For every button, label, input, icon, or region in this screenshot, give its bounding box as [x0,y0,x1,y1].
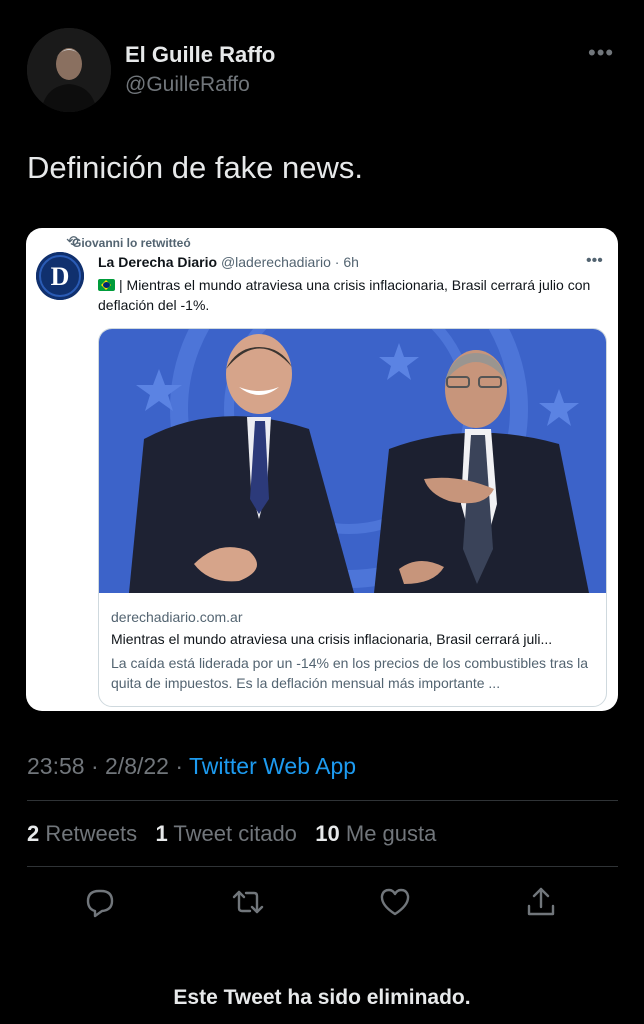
brazil-flag-icon [98,279,115,291]
derecha-diario-avatar: D [36,252,84,300]
embedded-tweet-text: | Mientras el mundo atraviesa una crisis… [98,275,608,315]
tweet-time[interactable]: 23:58 [27,753,85,779]
embedded-tweet-image[interactable]: ⟲ Giovanni lo retwitteó D La Derecha Dia… [26,228,618,711]
divider [27,800,618,801]
embedded-separator: · [334,254,340,270]
retweet-icon[interactable] [230,884,266,920]
meta-separator-2: · [175,753,184,779]
tweet-stats: 2 Retweets 1 Tweet citado 10 Me gusta [27,821,436,847]
meta-separator-1: · [90,753,99,779]
embedded-text-body: | Mientras el mundo atraviesa una crisis… [98,277,591,313]
embedded-author-name: La Derecha Diario [98,254,218,270]
share-icon[interactable] [523,884,559,920]
tweet-date[interactable]: 2/8/22 [105,753,169,779]
link-description: La caída está liderada por un -14% en lo… [111,655,589,691]
tweet-text: Definición de fake news. [27,150,364,185]
link-title: Mientras el mundo atraviesa una crisis i… [111,631,553,647]
link-preview-card: derechadiario.com.ar Mientras el mundo a… [98,328,607,707]
quotes-count: 1 [155,821,168,846]
embedded-author-line: La Derecha Diario @laderechadiario · 6h [98,254,359,270]
author-avatar[interactable] [27,28,111,112]
embedded-age: 6h [343,254,359,270]
quotes-label: Tweet citado [173,821,297,846]
retweets-count: 2 [27,821,40,846]
more-horizontal-icon[interactable]: ••• [588,40,614,66]
divider [27,866,618,867]
deleted-tweet-notice: Este Tweet ha sido eliminado. [173,986,471,1009]
likes-label: Me gusta [345,821,437,846]
likes-stat[interactable]: 10 Me gusta [315,821,436,846]
embedded-author-handle: @laderechadiario [220,254,331,270]
reply-icon[interactable] [82,884,118,920]
embedded-more-icon: ••• [586,252,603,269]
quotes-stat[interactable]: 1 Tweet citado [155,821,296,846]
like-icon[interactable] [377,884,413,920]
retweeted-by-label: Giovanni lo retwitteó [72,236,191,250]
likes-count: 10 [315,821,340,846]
tweet-meta: 23:58 · 2/8/22 · Twitter Web App [27,753,356,780]
article-photo [99,329,606,593]
author-name[interactable]: El Guille Raffo [125,42,275,68]
tweet-source-app[interactable]: Twitter Web App [189,753,356,779]
retweets-label: Retweets [45,821,138,846]
author-handle[interactable]: @GuilleRaffo [125,73,250,97]
link-domain: derechadiario.com.ar [111,609,243,625]
retweets-stat[interactable]: 2 Retweets [27,821,137,846]
avatar-letter: D [51,262,70,291]
